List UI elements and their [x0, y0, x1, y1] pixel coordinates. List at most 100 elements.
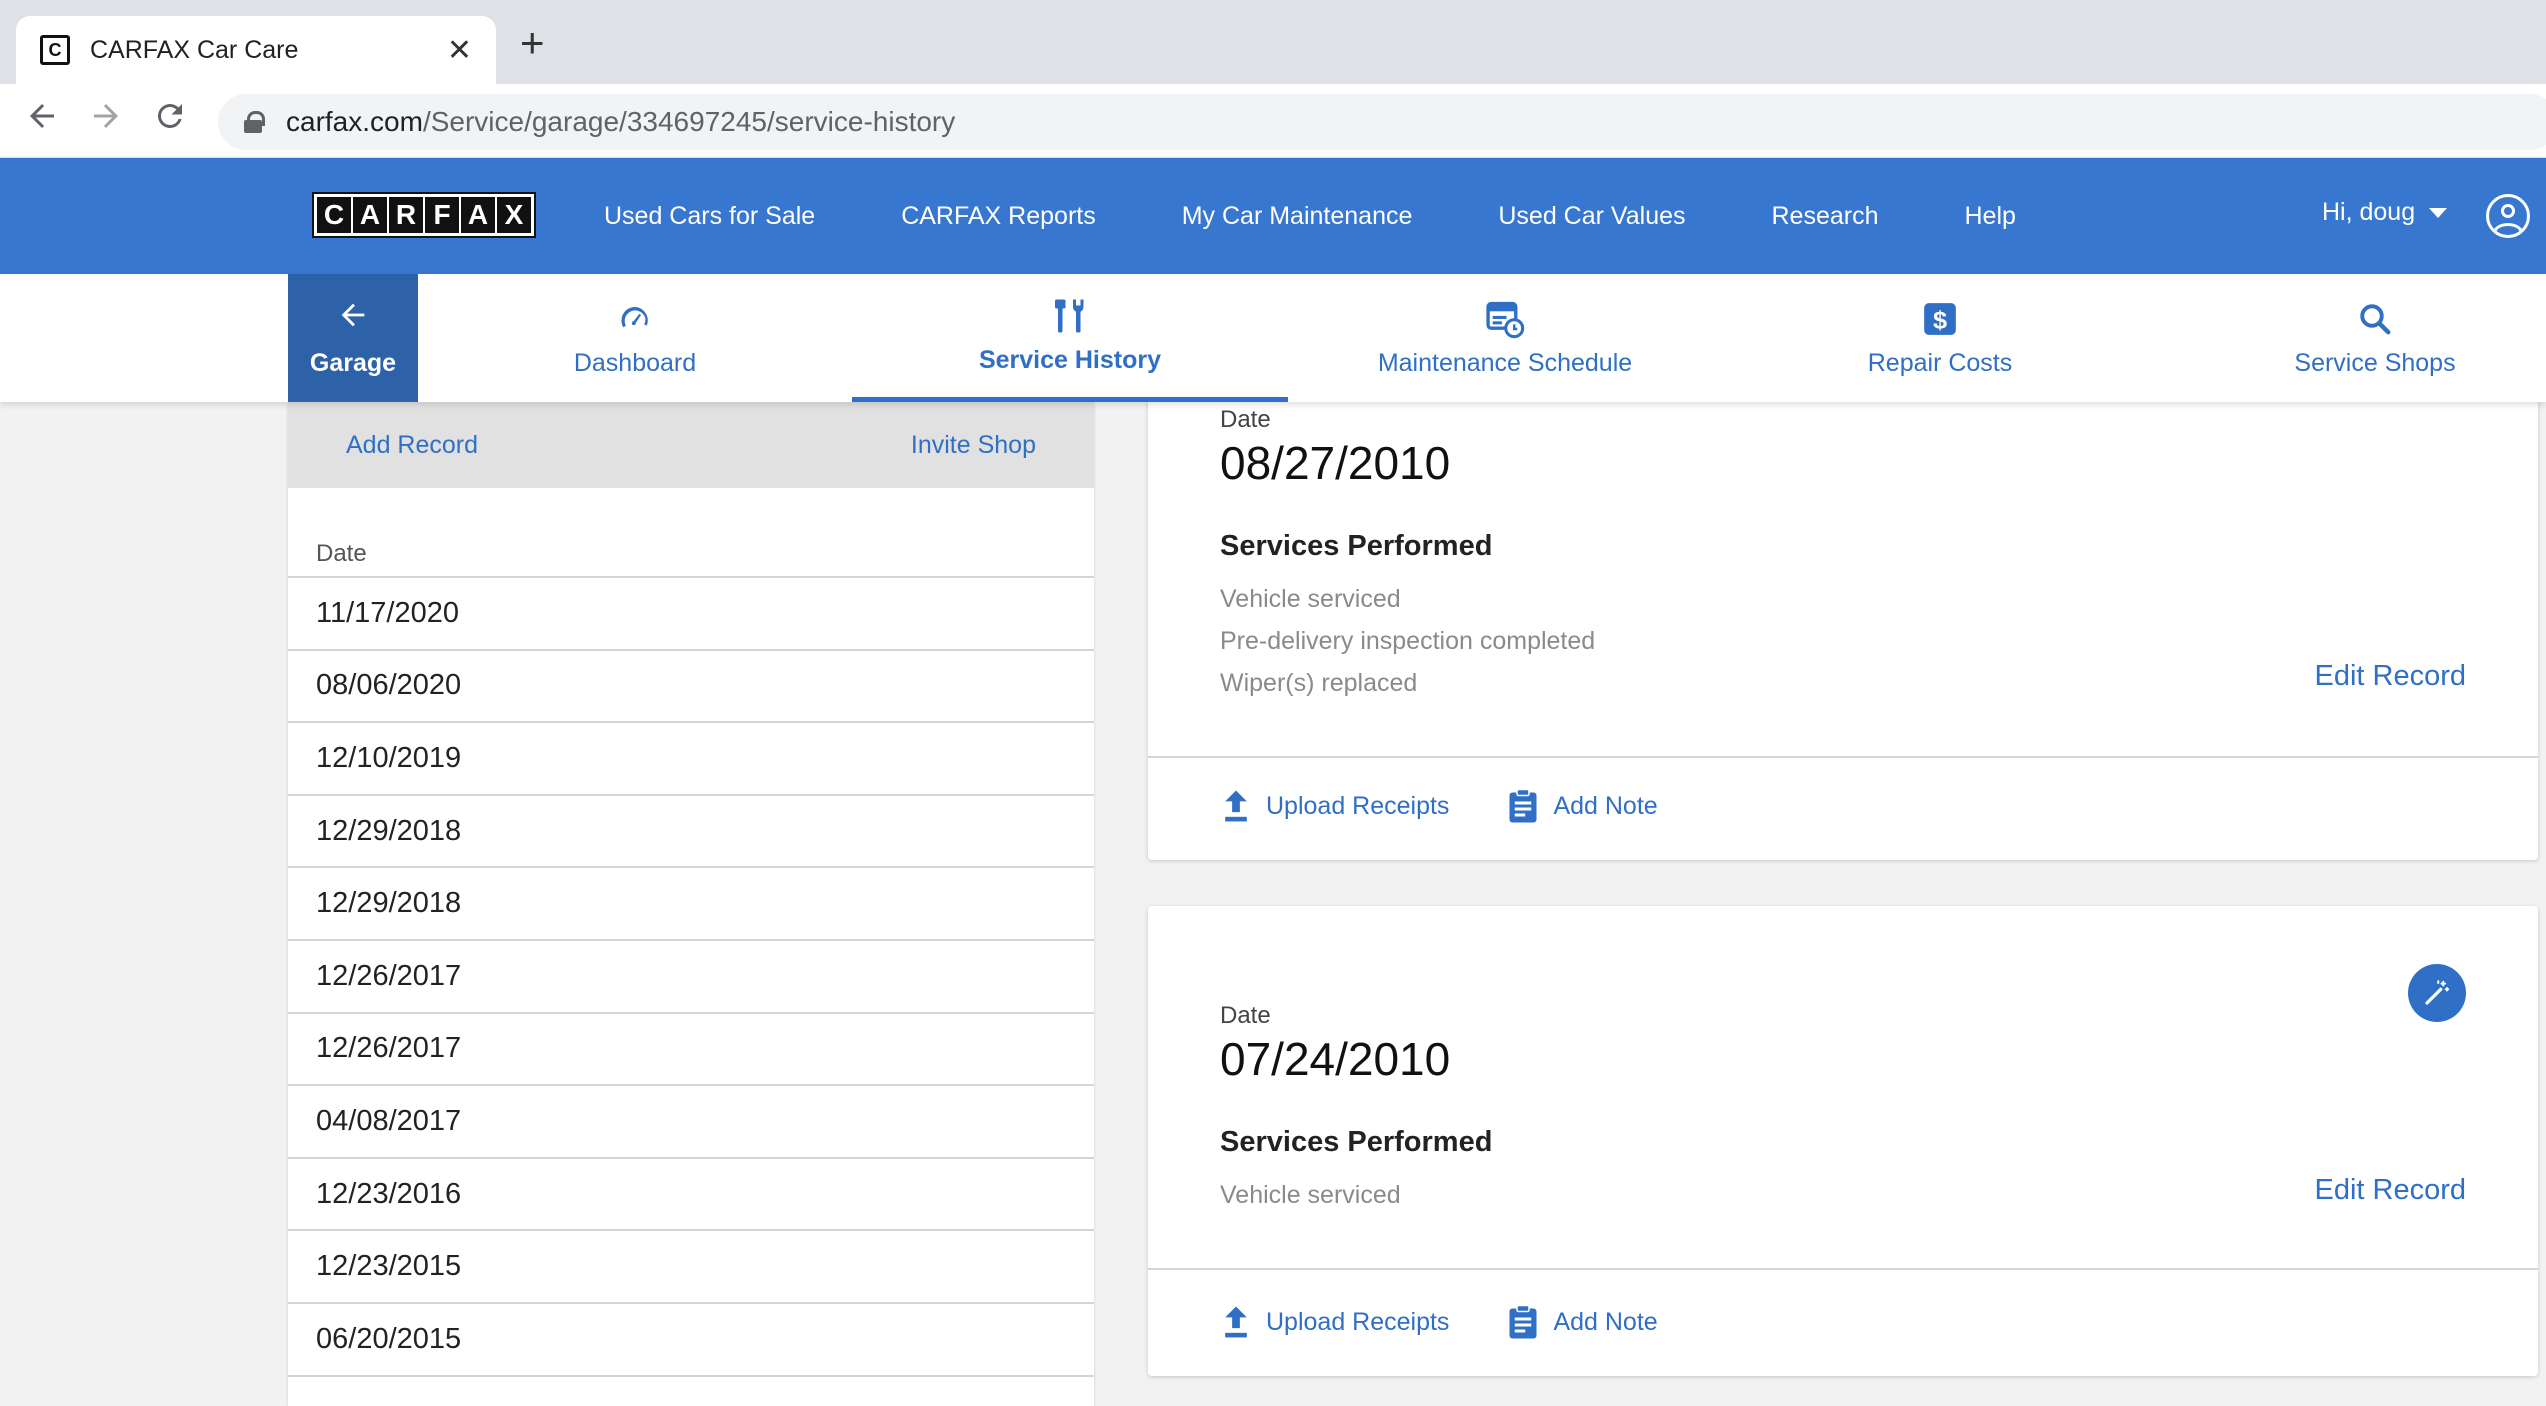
logo-letter: X — [497, 197, 531, 233]
speedometer-icon — [617, 299, 653, 339]
tab-dashboard[interactable]: Dashboard — [417, 274, 853, 402]
upload-receipts-label: Upload Receipts — [1266, 1307, 1450, 1336]
garage-label: Garage — [309, 349, 397, 377]
services-performed-heading: Services Performed — [1220, 530, 1493, 562]
carfax-favicon-icon: C — [40, 35, 70, 65]
tools-icon — [1052, 296, 1088, 336]
date-list-item[interactable]: 11/17/2020 — [288, 578, 1094, 651]
clipboard-icon — [1507, 788, 1539, 824]
date-column-header: Date — [288, 488, 1094, 578]
logo-letter: R — [389, 197, 423, 233]
service-item: Pre-delivery inspection completed — [1220, 627, 1596, 655]
logo-letter: A — [461, 197, 495, 233]
browser-tab[interactable]: C CARFAX Car Care ✕ — [16, 16, 496, 84]
tab-service-history-label: Service History — [978, 346, 1162, 374]
user-menu[interactable]: Hi, doug — [2322, 198, 2448, 227]
close-tab-icon[interactable]: ✕ — [447, 33, 472, 68]
upload-receipts-label: Upload Receipts — [1266, 791, 1450, 820]
card-divider — [1148, 756, 2538, 758]
search-icon — [2357, 299, 2393, 339]
site-header: C A R F A X Used Cars for Sale CARFAX Re… — [0, 158, 2546, 274]
service-item: Vehicle serviced — [1220, 585, 1401, 613]
logo-letter: F — [425, 197, 459, 233]
record-date: 07/24/2010 — [1220, 1033, 1451, 1085]
logo-letter: A — [353, 197, 387, 233]
add-record-link[interactable]: Add Record — [346, 431, 478, 460]
record-date: 08/27/2010 — [1220, 437, 1451, 489]
tab-maintenance-schedule[interactable]: Maintenance Schedule — [1287, 274, 1723, 402]
tab-repair-costs[interactable]: $ Repair Costs — [1722, 274, 2158, 402]
add-note-button[interactable]: Add Note — [1507, 1304, 1658, 1340]
dollar-icon: $ — [1921, 299, 1959, 339]
sub-nav: Garage Dashboard Service History Mainten… — [0, 274, 2546, 402]
invite-shop-link[interactable]: Invite Shop — [911, 431, 1036, 460]
date-list-item[interactable]: 12/29/2018 — [288, 796, 1094, 869]
nav-help[interactable]: Help — [1965, 202, 2016, 231]
date-list-item[interactable]: 12/10/2019 — [288, 723, 1094, 796]
add-note-label: Add Note — [1553, 791, 1658, 820]
browser-toolbar: carfax.com/Service/garage/334697245/serv… — [0, 84, 2546, 158]
service-record-card: Date 07/24/2010 Services Performed Vehic… — [1148, 906, 2538, 1376]
list-actions-bar: Add Record Invite Shop — [288, 402, 1094, 488]
add-note-button[interactable]: Add Note — [1507, 788, 1658, 824]
date-list-item[interactable]: 12/26/2017 — [288, 1014, 1094, 1087]
nav-used-car-values[interactable]: Used Car Values — [1498, 202, 1685, 231]
carfax-logo[interactable]: C A R F A X — [312, 192, 536, 238]
tab-dashboard-label: Dashboard — [573, 348, 697, 377]
date-list-item[interactable]: 12/29/2018 — [288, 868, 1094, 941]
card-footer: Upload Receipts Add Note — [1220, 1304, 1716, 1340]
logo-letter: C — [317, 197, 351, 233]
nav-used-cars[interactable]: Used Cars for Sale — [604, 202, 815, 231]
browser-tabstrip: C CARFAX Car Care ✕ + — [0, 0, 2546, 84]
tab-service-shops-label: Service Shops — [2294, 348, 2456, 377]
edit-record-link[interactable]: Edit Record — [2314, 660, 2466, 693]
url-bar[interactable]: carfax.com/Service/garage/334697245/serv… — [218, 94, 2546, 150]
url-domain: carfax.com — [286, 106, 423, 137]
chevron-down-icon — [2429, 207, 2448, 218]
garage-button[interactable]: Garage — [288, 274, 418, 402]
upload-icon — [1220, 1305, 1252, 1339]
calendar-clock-icon — [1485, 299, 1525, 339]
date-list-item[interactable]: 12/23/2016 — [288, 1159, 1094, 1232]
tab-title: CARFAX Car Care — [90, 35, 299, 64]
service-item: Wiper(s) replaced — [1220, 669, 1418, 697]
upload-icon — [1220, 789, 1252, 823]
date-list-item[interactable]: 04/08/2017 — [288, 1086, 1094, 1159]
user-greeting-text: Hi, doug — [2322, 198, 2416, 226]
upload-receipts-button[interactable]: Upload Receipts — [1220, 789, 1449, 823]
add-note-label: Add Note — [1553, 1307, 1658, 1336]
tab-maintenance-schedule-label: Maintenance Schedule — [1377, 348, 1633, 377]
tab-repair-costs-label: Repair Costs — [1867, 348, 2013, 377]
arrow-left-icon — [336, 298, 370, 339]
reload-icon[interactable] — [152, 98, 188, 140]
card-divider — [1148, 1268, 2538, 1270]
nav-carfax-reports[interactable]: CARFAX Reports — [901, 202, 1096, 231]
service-item: Vehicle serviced — [1220, 1181, 1401, 1209]
nav-my-car-maintenance[interactable]: My Car Maintenance — [1182, 202, 1413, 231]
edit-record-link[interactable]: Edit Record — [2314, 1174, 2466, 1207]
lock-icon — [244, 111, 265, 133]
tab-service-history[interactable]: Service History — [852, 274, 1288, 402]
services-performed-heading: Services Performed — [1220, 1126, 1493, 1158]
date-list-item[interactable]: 06/20/2015 — [288, 1304, 1094, 1377]
new-tab-icon[interactable]: + — [520, 22, 545, 64]
service-record-details: Date 07/24/2010 Services Performed Vehic… — [1220, 1002, 2466, 1209]
date-list-item[interactable]: 08/06/2020 — [288, 651, 1094, 724]
account-icon[interactable] — [2486, 194, 2530, 238]
svg-text:$: $ — [1933, 306, 1947, 334]
url-text: carfax.com/Service/garage/334697245/serv… — [286, 106, 955, 138]
upload-receipts-button[interactable]: Upload Receipts — [1220, 1305, 1449, 1339]
nav-research[interactable]: Research — [1772, 202, 1879, 231]
service-record-card: Date 08/27/2010 Services Performed Vehic… — [1148, 330, 2538, 860]
url-path: /Service/garage/334697245/service-histor… — [422, 106, 956, 137]
date-list-item[interactable]: 12/26/2017 — [288, 941, 1094, 1014]
date-label: Date — [1220, 406, 1271, 433]
card-footer: Upload Receipts Add Note — [1220, 788, 1716, 824]
forward-icon[interactable] — [88, 98, 124, 140]
back-icon[interactable] — [24, 98, 60, 140]
clipboard-icon — [1507, 1304, 1539, 1340]
date-list-item[interactable]: 12/23/2015 — [288, 1231, 1094, 1304]
service-date-list-panel: Add Record Invite Shop Date 11/17/2020 0… — [288, 402, 1094, 1406]
main-nav: Used Cars for Sale CARFAX Reports My Car… — [604, 158, 2102, 274]
tab-service-shops[interactable]: Service Shops — [2157, 274, 2546, 402]
